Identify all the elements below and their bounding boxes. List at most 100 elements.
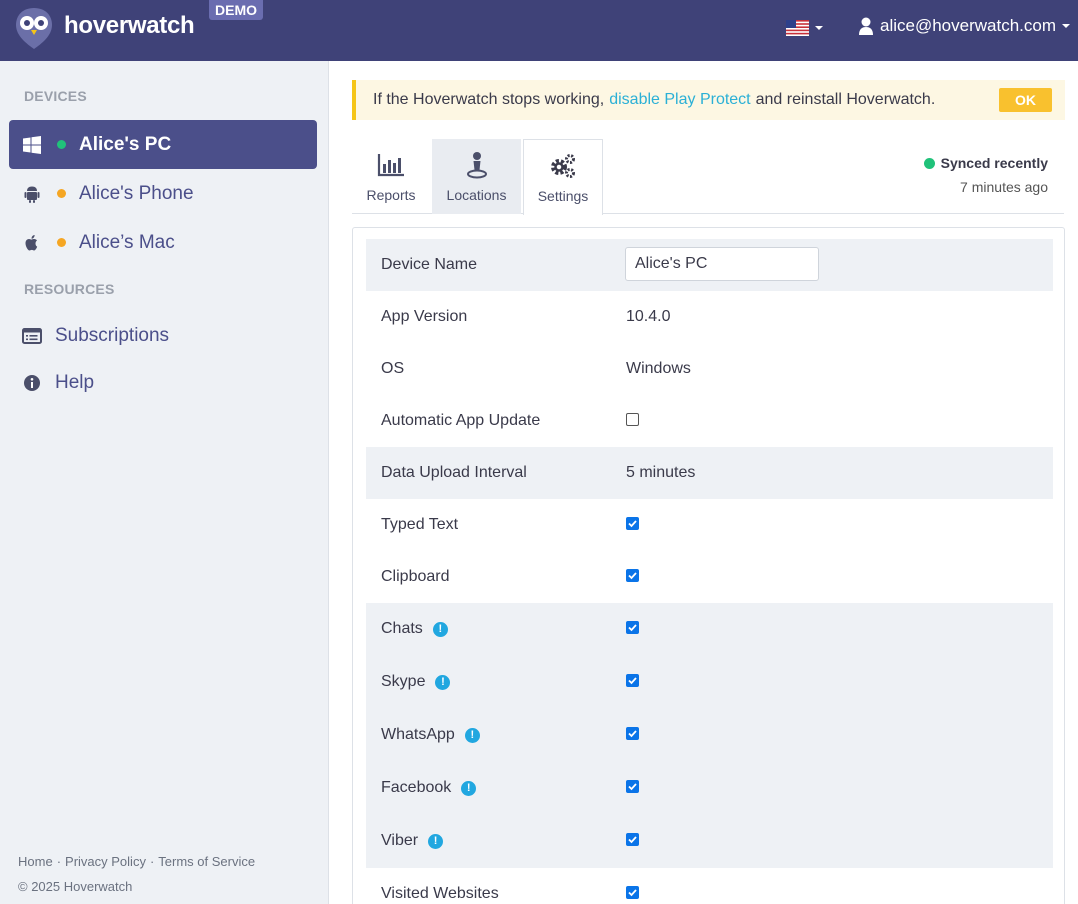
app-version-value: 10.4.0	[626, 308, 671, 325]
footer-link-privacy-policy[interactable]: Privacy Policy	[65, 854, 146, 869]
setting-row-app-version: App Version 10.4.0	[366, 291, 1053, 343]
sidebar-device-alices-pc[interactable]: Alice's PC	[9, 120, 317, 169]
status-dot-away	[57, 189, 66, 198]
apple-icon	[25, 234, 38, 250]
setting-row-clipboard: Clipboard	[366, 551, 1053, 603]
sync-status: Synced recently 7 minutes ago	[923, 155, 1048, 195]
sync-status-dot	[923, 157, 935, 169]
sidebar-device-alices-mac[interactable]: Alice’s Mac	[9, 218, 317, 267]
user-email: alice@hoverwatch.com	[880, 16, 1056, 35]
brand-name[interactable]: hoverwatch	[64, 12, 195, 40]
sidebar-item-subscriptions[interactable]: Subscriptions	[22, 325, 169, 347]
setting-row-automatic-app-update: Automatic App Update	[366, 395, 1053, 447]
user-icon	[859, 17, 873, 35]
visited-websites-checkbox[interactable]	[626, 886, 639, 899]
device-label: Alice’s Mac	[79, 231, 175, 253]
setting-label: Viber	[381, 832, 419, 849]
windows-icon	[23, 135, 41, 154]
setting-label: Facebook	[381, 779, 452, 796]
sidebar: DEVICES Alice's PC Alice's Phone Alice’s…	[0, 61, 329, 904]
alert-ok-button[interactable]: OK	[999, 88, 1052, 112]
os-value: Windows	[626, 360, 691, 377]
footer-links: Home · Privacy Policy · Terms of Service	[18, 854, 256, 869]
checkmark-icon	[628, 889, 637, 897]
owl-logo-icon[interactable]	[14, 6, 54, 50]
language-selector[interactable]	[786, 20, 823, 36]
setting-row-data-upload-interval: Data Upload Interval 5 minutes	[366, 447, 1053, 499]
top-header: hoverwatch DEMO alice@hoverwatch.com	[0, 0, 1078, 61]
checkmark-icon	[628, 730, 637, 738]
whatsapp-checkbox[interactable]	[626, 727, 639, 740]
chats-checkbox[interactable]	[626, 621, 639, 634]
copyright: © 2025 Hoverwatch	[18, 879, 133, 894]
disable-play-protect-link[interactable]: disable Play Protect	[609, 91, 750, 109]
setting-label: OS	[381, 360, 405, 377]
info-icon	[24, 375, 40, 391]
footer-link-home[interactable]: Home	[18, 854, 53, 869]
user-menu[interactable]: alice@hoverwatch.com	[858, 16, 1070, 36]
typed-text-checkbox[interactable]	[626, 517, 639, 530]
checkmark-icon	[628, 624, 637, 632]
play-protect-alert: If the Hoverwatch stops working, disable…	[352, 80, 1065, 120]
device-label: Alice's PC	[79, 133, 172, 155]
checkmark-icon	[628, 572, 637, 580]
clipboard-checkbox[interactable]	[626, 569, 639, 582]
setting-row-visited-websites: Visited Websites	[366, 868, 1053, 904]
sidebar-item-help[interactable]: Help	[22, 372, 94, 394]
subscriptions-icon	[22, 328, 42, 344]
checkmark-icon	[628, 677, 637, 685]
setting-row-device-name: Device Name	[366, 239, 1053, 291]
checkmark-icon	[628, 836, 637, 844]
viber-checkbox[interactable]	[626, 833, 639, 846]
checkmark-icon	[628, 520, 637, 528]
setting-label: Device Name	[381, 256, 478, 273]
tab-locations[interactable]: Locations	[432, 139, 521, 214]
android-icon	[24, 186, 40, 203]
alert-text-after: and reinstall Hoverwatch.	[755, 91, 936, 108]
sync-status-text: Synced recently	[940, 155, 1048, 171]
setting-label: WhatsApp	[381, 726, 455, 743]
tab-reports[interactable]: Reports	[352, 139, 430, 214]
bar-chart-icon	[377, 154, 404, 177]
tab-settings[interactable]: Settings	[523, 139, 603, 215]
footer-link-terms-of-service[interactable]: Terms of Service	[158, 854, 255, 869]
device-label: Alice's Phone	[79, 182, 194, 204]
info-icon[interactable]: !	[432, 621, 448, 637]
setting-row-viber: Viber!	[366, 815, 1053, 867]
facebook-checkbox[interactable]	[626, 780, 639, 793]
devices-section-label: DEVICES	[24, 88, 87, 104]
setting-row-whatsapp: WhatsApp!	[366, 709, 1053, 761]
setting-row-skype: Skype!	[366, 656, 1053, 708]
settings-panel: Device Name App Version 10.4.0 OS Window…	[352, 227, 1065, 904]
skype-checkbox[interactable]	[626, 674, 639, 687]
setting-label: App Version	[381, 308, 468, 325]
automatic-app-update-checkbox[interactable]	[626, 413, 639, 426]
setting-row-chats: Chats!	[366, 603, 1053, 655]
resources-section-label: RESOURCES	[24, 281, 115, 297]
setting-label: Visited Websites	[381, 885, 499, 902]
sidebar-device-alices-phone[interactable]: Alice's Phone	[9, 169, 317, 218]
setting-row-os: OS Windows	[366, 343, 1053, 395]
sidebar-item-label: Help	[55, 372, 95, 393]
checkmark-icon	[628, 783, 637, 791]
device-name-input[interactable]	[625, 247, 819, 281]
demo-badge: DEMO	[209, 0, 263, 20]
tab-label: Locations	[446, 187, 507, 203]
setting-label: Data Upload Interval	[381, 464, 527, 481]
us-flag-icon	[786, 20, 809, 36]
gears-icon	[551, 154, 575, 178]
info-icon[interactable]: !	[464, 727, 480, 743]
info-icon[interactable]: !	[428, 833, 444, 849]
info-icon[interactable]: !	[461, 780, 477, 796]
location-pin-icon	[466, 152, 487, 179]
setting-label: Automatic App Update	[381, 412, 541, 429]
sidebar-item-label: Subscriptions	[55, 325, 170, 346]
setting-label: Chats	[381, 620, 423, 637]
upload-interval-value: 5 minutes	[626, 464, 696, 481]
setting-label: Clipboard	[381, 568, 450, 585]
tab-label: Reports	[366, 187, 416, 203]
info-icon[interactable]: !	[435, 674, 451, 690]
alert-text-before: If the Hoverwatch stops working,	[373, 91, 605, 108]
tab-label: Settings	[537, 188, 589, 204]
setting-row-typed-text: Typed Text	[366, 499, 1053, 551]
